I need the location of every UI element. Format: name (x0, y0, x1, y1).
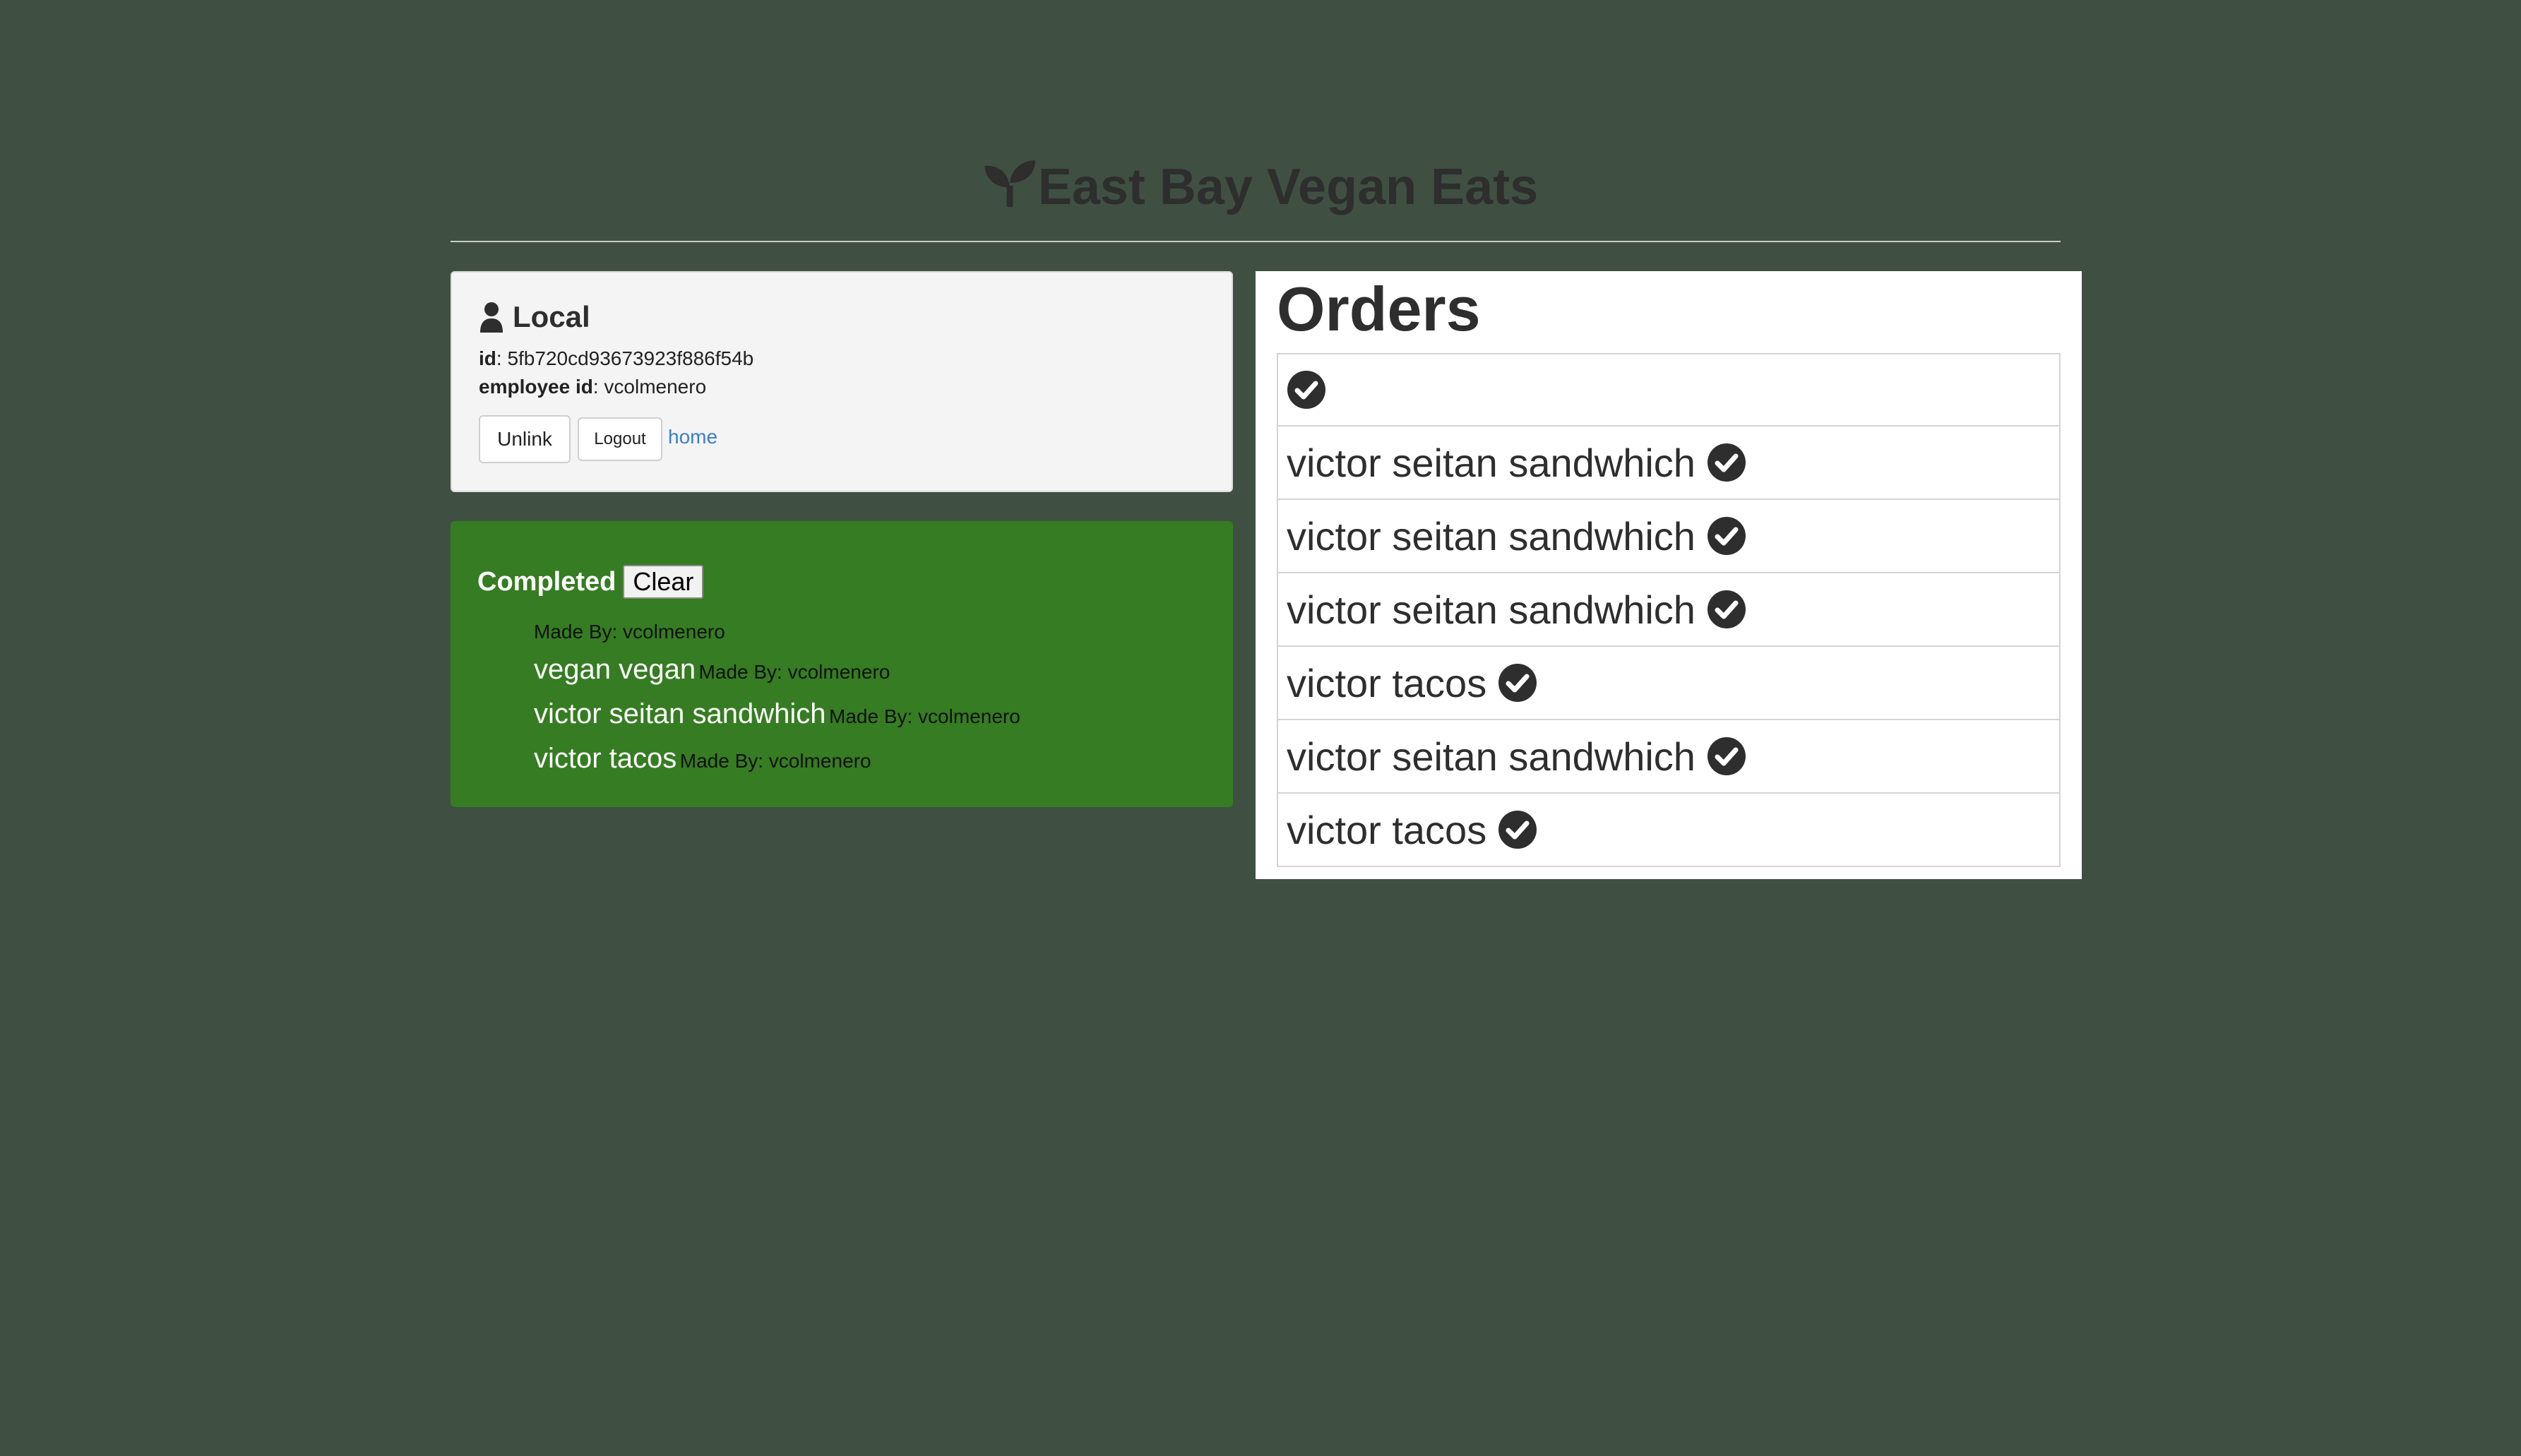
orders-panel: Orders victor seitan sandwhich victor sei… (1256, 271, 2082, 879)
completed-item-made-by: Made By: vcolmenero (829, 705, 1020, 727)
order-name: victor seitan sandwhich (1287, 440, 1695, 485)
orders-title: Orders (1277, 274, 1481, 344)
profile-actions: Unlink Logout home (479, 415, 1205, 463)
order-name: victor seitan sandwhich (1287, 734, 1695, 779)
order-row: victor seitan sandwhich (1277, 720, 2061, 794)
user-icon (480, 302, 503, 333)
check-circle-icon[interactable] (1707, 590, 1746, 629)
employee-id-line: employee id: vcolmenero (479, 376, 707, 398)
profile-title: Local (513, 300, 590, 333)
completed-card: Completed Clear Made By: vcolmenero vega… (451, 521, 1233, 807)
check-circle-icon[interactable] (1707, 443, 1746, 482)
profile-heading: Local (479, 298, 1205, 336)
clear-button[interactable]: Clear (623, 565, 704, 599)
order-row: victor seitan sandwhich (1277, 573, 2061, 647)
completed-heading: Completed Clear (477, 565, 1206, 599)
orders-list: victor seitan sandwhich victor seitan san… (1277, 353, 2061, 867)
header-divider (451, 241, 2061, 242)
id-label: id (479, 347, 496, 369)
seedling-icon (983, 153, 1037, 230)
completed-list: Made By: vcolmenero vegan vegan Made By:… (534, 614, 1206, 784)
unlink-button[interactable]: Unlink (479, 415, 571, 463)
completed-item-name: vegan vegan (534, 654, 696, 685)
home-link[interactable]: home (668, 426, 717, 448)
order-row: victor seitan sandwhich (1277, 426, 2061, 500)
order-name: victor seitan sandwhich (1287, 587, 1695, 632)
profile-card: Local id: 5fb720cd93673923f886f54b emplo… (451, 271, 1233, 492)
list-item: vegan vegan Made By: vcolmenero (534, 650, 1206, 695)
page: East Bay Vegan Eats Local id: 5fb720cd93… (0, 0, 2521, 1456)
logout-button[interactable]: Logout (578, 417, 662, 461)
list-item: victor tacos Made By: vcolmenero (534, 739, 1206, 784)
employee-id-label: employee id (479, 376, 593, 398)
check-circle-icon[interactable] (1287, 370, 1326, 410)
check-circle-icon[interactable] (1498, 810, 1537, 849)
site-title: East Bay Vegan Eats (1037, 159, 1539, 215)
site-header: East Bay Vegan Eats (0, 148, 2521, 230)
check-circle-icon[interactable] (1707, 516, 1746, 556)
order-row: victor tacos (1277, 794, 2061, 867)
completed-item-made-by: Made By: vcolmenero (534, 621, 725, 643)
order-row (1277, 353, 2061, 426)
check-circle-icon[interactable] (1498, 663, 1537, 703)
completed-item-name: victor seitan sandwhich (534, 698, 826, 729)
check-circle-icon[interactable] (1707, 736, 1746, 776)
order-name: victor tacos (1287, 807, 1487, 852)
order-name: victor tacos (1287, 660, 1487, 705)
completed-item-made-by: Made By: vcolmenero (679, 750, 871, 772)
list-item: victor seitan sandwhich Made By: vcolmen… (534, 695, 1206, 739)
id-line: id: 5fb720cd93673923f886f54b (479, 347, 754, 369)
id-value: 5fb720cd93673923f886f54b (507, 347, 754, 369)
order-name: victor seitan sandwhich (1287, 513, 1695, 559)
order-row: victor tacos (1277, 647, 2061, 720)
list-item: Made By: vcolmenero (534, 614, 1206, 650)
employee-id-value: vcolmenero (604, 376, 707, 398)
order-row: victor seitan sandwhich (1277, 500, 2061, 573)
completed-item-name: victor tacos (534, 743, 677, 774)
completed-item-made-by: Made By: vcolmenero (698, 661, 890, 683)
completed-label: Completed (477, 566, 616, 597)
